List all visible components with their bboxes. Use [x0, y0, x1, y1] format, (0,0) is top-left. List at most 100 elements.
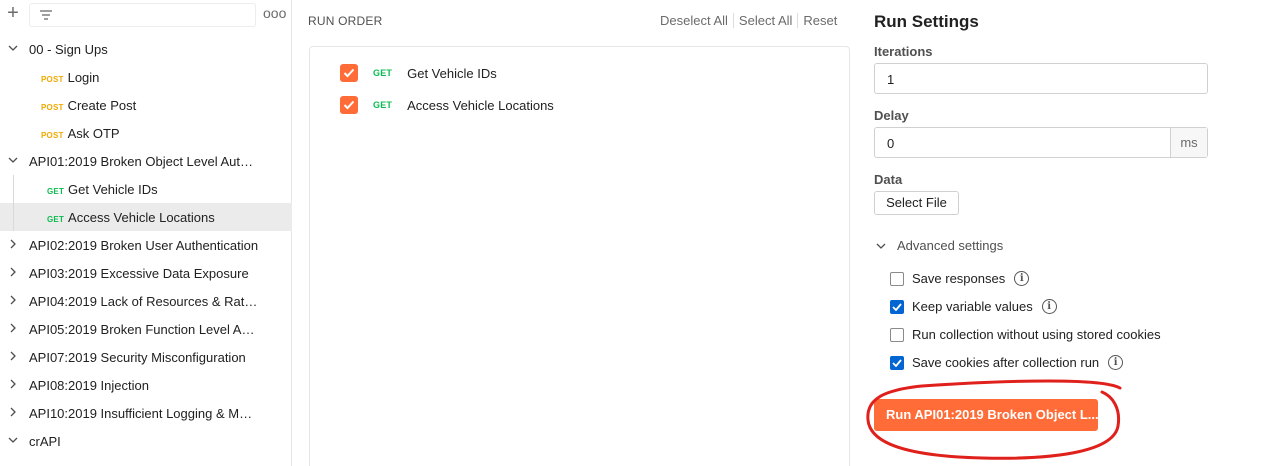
- folder-item[interactable]: API03:2019 Excessive Data Exposure: [0, 259, 292, 287]
- check-icon: [343, 100, 355, 110]
- iterations-label: Iterations: [874, 44, 933, 59]
- folder-label: crAPI: [29, 434, 61, 449]
- run-order-title: RUN ORDER: [308, 14, 383, 28]
- info-icon[interactable]: i: [1014, 271, 1030, 286]
- option-label: Save responses: [912, 271, 1006, 286]
- chevron-right-icon[interactable]: [8, 407, 18, 417]
- folder-item[interactable]: API07:2019 Security Misconfiguration: [0, 343, 292, 371]
- select-file-button[interactable]: Select File: [874, 191, 959, 215]
- method-badge: POST: [41, 75, 64, 84]
- method-badge: GET: [373, 68, 393, 78]
- check-icon: [892, 358, 902, 367]
- info-icon[interactable]: i: [1108, 355, 1124, 370]
- checkbox[interactable]: [890, 327, 904, 342]
- request-label: Access Vehicle Locations: [407, 97, 554, 113]
- request-item[interactable]: POST Ask OTP: [0, 119, 292, 147]
- filter-input[interactable]: [29, 3, 256, 27]
- run-order-list: GET Get Vehicle IDs GET Access Vehicle L…: [309, 46, 850, 466]
- chevron-down-icon[interactable]: [8, 435, 18, 445]
- run-settings-title: Run Settings: [874, 12, 979, 31]
- chevron-right-icon[interactable]: [8, 267, 18, 277]
- folder-label: API04:2019 Lack of Resources & Rate ...: [29, 294, 259, 309]
- option-save-responses[interactable]: Save responses i: [890, 271, 1030, 286]
- info-icon[interactable]: i: [1041, 299, 1057, 314]
- request-item-selected[interactable]: GET Access Vehicle Locations: [0, 203, 292, 231]
- request-label: Create Post: [67, 98, 137, 113]
- folder-label: API01:2019 Broken Object Level Autho...: [29, 154, 259, 169]
- data-label: Data: [874, 172, 903, 187]
- folder-item[interactable]: crAPI: [0, 427, 292, 455]
- folder-item[interactable]: API01:2019 Broken Object Level Autho...: [0, 147, 292, 175]
- deselect-all-button[interactable]: Deselect All: [655, 13, 733, 28]
- delay-input[interactable]: 0 ms: [874, 127, 1208, 158]
- folder-item[interactable]: API08:2019 Injection: [0, 371, 292, 399]
- folder-item[interactable]: API10:2019 Insufficient Logging & Mon...: [0, 399, 292, 427]
- chevron-down-icon[interactable]: [8, 43, 18, 53]
- checkbox[interactable]: [890, 271, 904, 286]
- chevron-right-icon[interactable]: [8, 239, 18, 249]
- request-item[interactable]: POST Create Post: [0, 91, 292, 119]
- folder-item[interactable]: 00 - Sign Ups: [0, 35, 292, 63]
- chevron-down-icon[interactable]: [8, 155, 18, 165]
- chevron-right-icon[interactable]: [8, 323, 18, 333]
- option-label: Run collection without using stored cook…: [912, 327, 1161, 342]
- checkbox-checked[interactable]: [890, 299, 904, 314]
- folder-label: API02:2019 Broken User Authentication: [29, 238, 259, 253]
- chevron-right-icon[interactable]: [8, 295, 18, 305]
- delay-value: 0: [887, 136, 895, 151]
- method-badge: POST: [41, 131, 64, 140]
- request-label: Login: [67, 70, 100, 85]
- delay-label: Delay: [874, 108, 909, 123]
- method-badge: GET: [373, 100, 393, 110]
- folder-label: API07:2019 Security Misconfiguration: [29, 350, 246, 365]
- tree-indent-line: [13, 175, 14, 203]
- request-label: Access Vehicle Locations: [68, 210, 215, 225]
- folder-label: API03:2019 Excessive Data Exposure: [29, 266, 249, 281]
- more-horizontal-icon[interactable]: ooo: [263, 5, 286, 21]
- request-label: Get Vehicle IDs: [68, 182, 158, 197]
- reset-button[interactable]: Reset: [798, 13, 842, 28]
- tree-indent-line: [13, 203, 14, 231]
- check-icon: [892, 302, 902, 311]
- delay-unit: ms: [1170, 128, 1207, 157]
- option-run-without-cookies[interactable]: Run collection without using stored cook…: [890, 327, 1161, 342]
- advanced-settings-label: Advanced settings: [897, 238, 1004, 253]
- option-label: Keep variable values: [912, 299, 1033, 314]
- run-collection-button[interactable]: Run API01:2019 Broken Object L...: [874, 399, 1098, 431]
- folder-item[interactable]: API04:2019 Lack of Resources & Rate ...: [0, 287, 292, 315]
- plus-icon[interactable]: +: [5, 3, 21, 23]
- folder-item[interactable]: API02:2019 Broken User Authentication: [0, 231, 292, 259]
- method-badge: GET: [47, 215, 65, 224]
- request-item[interactable]: POST Login: [0, 63, 292, 91]
- option-label: Save cookies after collection run: [912, 355, 1100, 370]
- filter-icon: [40, 10, 52, 20]
- checkbox-checked[interactable]: [340, 64, 358, 82]
- iterations-input[interactable]: 1: [874, 63, 1208, 94]
- run-order-actions: Deselect All Select All Reset: [655, 13, 842, 28]
- folder-item[interactable]: API05:2019 Broken Function Level Aut...: [0, 315, 292, 343]
- chevron-down-icon: [876, 243, 886, 249]
- collection-tree: 00 - Sign Ups POST Login POST Create Post …: [0, 35, 292, 455]
- run-order-item[interactable]: GET Get Vehicle IDs: [340, 63, 497, 83]
- request-label: Ask OTP: [67, 126, 120, 141]
- request-label: Get Vehicle IDs: [407, 65, 497, 81]
- iterations-value: 1: [887, 72, 895, 87]
- select-all-button[interactable]: Select All: [734, 13, 797, 28]
- method-badge: POST: [41, 103, 64, 112]
- folder-label: API05:2019 Broken Function Level Aut...: [29, 322, 259, 337]
- run-order-item[interactable]: GET Access Vehicle Locations: [340, 95, 554, 115]
- option-save-cookies[interactable]: Save cookies after collection run i: [890, 355, 1124, 370]
- folder-label: API08:2019 Injection: [29, 378, 149, 393]
- chevron-right-icon[interactable]: [8, 379, 18, 389]
- request-item[interactable]: GET Get Vehicle IDs: [0, 175, 292, 203]
- method-badge: GET: [47, 187, 65, 196]
- sidebar-toolbar: + ooo: [0, 0, 292, 32]
- checkbox-checked[interactable]: [890, 355, 904, 370]
- advanced-settings-toggle[interactable]: Advanced settings: [876, 238, 1003, 253]
- folder-label: 00 - Sign Ups: [29, 42, 108, 57]
- check-icon: [343, 68, 355, 78]
- checkbox-checked[interactable]: [340, 96, 358, 114]
- collections-sidebar: + ooo 00 - Sign Ups POST Login POST Create…: [0, 0, 292, 466]
- chevron-right-icon[interactable]: [8, 351, 18, 361]
- option-keep-variable-values[interactable]: Keep variable values i: [890, 299, 1057, 314]
